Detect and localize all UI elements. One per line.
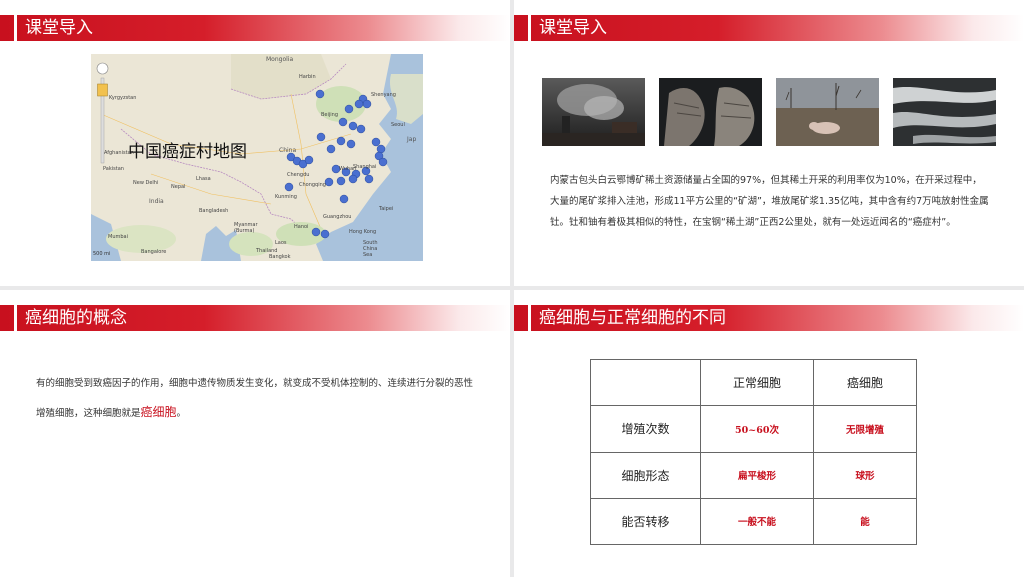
map-label-shenyang: Shenyang bbox=[371, 92, 396, 98]
slide-2: 课堂导入 内蒙古包头白云鄂博矿稀土资源储量占全国的97%，但其稀土开采的利用率仅… bbox=[514, 0, 1024, 286]
cancer-cell-value: 能 bbox=[813, 497, 917, 546]
map-label-chongqing: Chongqing bbox=[299, 182, 326, 188]
slide-title: 癌细胞的概念 bbox=[25, 308, 127, 328]
slide-1: 课堂导入 中国癌症村地图 Mongolia Kyrgyzstan Harbin … bbox=[0, 0, 510, 286]
map-label-japan: Jap bbox=[407, 136, 417, 143]
map-label-taipei: Taipei bbox=[379, 206, 394, 212]
slide-title: 课堂导入 bbox=[539, 18, 607, 38]
cancer-cell-definition: 有的细胞受到致癌因子的作用，细胞中遗传物质发生变化，就变成不受机体控制的、连续进… bbox=[36, 369, 476, 428]
photo-hands bbox=[659, 78, 762, 146]
map-label-south-china-sea: South China Sea bbox=[363, 240, 378, 258]
table-row: 能否转移 一般不能 能 bbox=[590, 497, 917, 546]
map-label-lhasa: Lhasa bbox=[196, 176, 211, 182]
map-label-harbin: Harbin bbox=[299, 74, 316, 80]
map-label-afghanistan: Afghanistan bbox=[104, 150, 134, 156]
row-label: 细胞形态 bbox=[590, 451, 701, 499]
normal-cell-value: 50~60次 bbox=[700, 405, 814, 453]
title-bar: 课堂导入 bbox=[514, 15, 1024, 41]
normal-cell-value: 一般不能 bbox=[700, 497, 814, 546]
normal-cell-value: 扁平梭形 bbox=[700, 451, 814, 499]
map-label-china: China bbox=[279, 147, 297, 154]
map-label-seoul: Seoul bbox=[391, 122, 405, 128]
map-label-mongolia: Mongolia bbox=[266, 56, 294, 63]
map-label-bangkok: Bangkok bbox=[269, 254, 291, 260]
map-label-wuhan: Wuhan bbox=[339, 166, 357, 172]
slide-3: 癌细胞的概念 有的细胞受到致癌因子的作用，细胞中遗传物质发生变化，就变成不受机体… bbox=[0, 290, 510, 577]
photo-tailings-lake bbox=[893, 78, 996, 146]
table-header-cell: 癌细胞 bbox=[813, 358, 917, 407]
row-label: 能否转移 bbox=[590, 497, 701, 546]
map-label-bangladesh: Bangladesh bbox=[199, 208, 229, 214]
map-title: 中国癌症村地图 bbox=[128, 142, 247, 162]
slide-title: 课堂导入 bbox=[25, 18, 93, 38]
cancer-cell-value: 球形 bbox=[813, 451, 917, 499]
photo-factory-smoke bbox=[542, 78, 645, 146]
map-label-new-delhi: New Delhi bbox=[133, 180, 159, 186]
map-label-pakistan: Pakistan bbox=[103, 166, 124, 172]
map-label-hanoi: Hanoi bbox=[294, 224, 309, 230]
comparison-table: 正常细胞 癌细胞 增殖次数 50~60次 无限增殖 细胞形态 扁平梭形 球形 能… bbox=[590, 358, 917, 546]
map-label-laos: Laos bbox=[275, 240, 287, 246]
map-label-shanghai: Shanghai bbox=[353, 164, 377, 170]
title-bar: 癌细胞与正常细胞的不同 bbox=[514, 305, 1024, 331]
map-label-chengdu: Chengdu bbox=[287, 172, 310, 178]
definition-text: 有的细胞受到致癌因子的作用，细胞中遗传物质发生变化，就变成不受机体控制的、连续进… bbox=[36, 378, 474, 419]
baotou-paragraph: 内蒙古包头白云鄂博矿稀土资源储量占全国的97%，但其稀土开采的利用率仅为10%，… bbox=[550, 175, 989, 228]
map-label-kunming: Kunming bbox=[275, 194, 297, 200]
table-row: 细胞形态 扁平梭形 球形 bbox=[590, 451, 917, 499]
slide-title: 癌细胞与正常细胞的不同 bbox=[539, 308, 726, 328]
row-label: 增殖次数 bbox=[590, 405, 701, 453]
map-scale: 500 mi bbox=[93, 251, 111, 257]
cancer-cell-value: 无限增殖 bbox=[813, 405, 917, 453]
title-bar-accent bbox=[528, 15, 531, 41]
map-label-nepal: Nepal bbox=[171, 184, 186, 190]
map-label-mumbai: Mumbai bbox=[108, 234, 128, 240]
table-header-cell bbox=[590, 358, 701, 407]
title-bar: 课堂导入 bbox=[0, 15, 510, 41]
map-label-kyrgyzstan: Kyrgyzstan bbox=[109, 95, 137, 101]
map-label-guangzhou: Guangzhou bbox=[323, 214, 352, 220]
map-label-india: India bbox=[149, 198, 164, 205]
map-label-myanmar: Myanmar (Burma) bbox=[234, 222, 258, 234]
cancer-village-map[interactable]: 中国癌症村地图 Mongolia Kyrgyzstan Harbin Sheny… bbox=[91, 54, 423, 261]
table-header-cell: 正常细胞 bbox=[700, 358, 814, 407]
definition-end: 。 bbox=[176, 408, 187, 419]
slide-4: 癌细胞与正常细胞的不同 正常细胞 癌细胞 增殖次数 50~60次 无限增殖 细胞… bbox=[514, 290, 1024, 577]
map-label-hong-kong: Hong Kong bbox=[349, 229, 377, 235]
title-bar: 癌细胞的概念 bbox=[0, 305, 510, 331]
title-bar-accent bbox=[528, 305, 531, 331]
map-label-beijing: Beijing bbox=[321, 112, 339, 118]
title-bar-accent bbox=[14, 15, 17, 41]
map-label-bangalore: Bangalore bbox=[141, 249, 167, 255]
definition-highlight: 癌细胞 bbox=[140, 405, 177, 419]
table-header-row: 正常细胞 癌细胞 bbox=[590, 358, 917, 407]
table-row: 增殖次数 50~60次 无限增殖 bbox=[590, 405, 917, 453]
title-bar-accent bbox=[14, 305, 17, 331]
photo-dead-animal-field bbox=[776, 78, 879, 146]
